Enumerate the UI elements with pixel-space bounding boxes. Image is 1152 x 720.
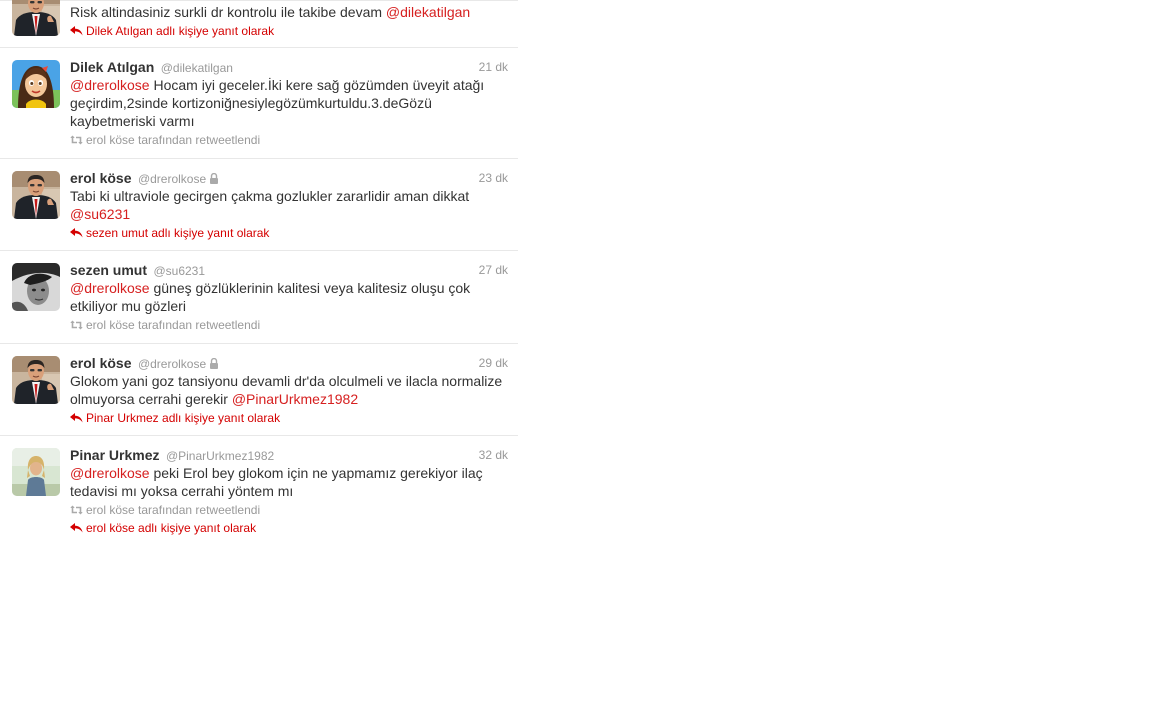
tweet-item[interactable]: Pinar Urkmez @PinarUrkmez1982 32 dk @dre… xyxy=(0,436,518,546)
tweet-text: @drerolkose güneş gözlüklerinin kalitesi… xyxy=(70,279,508,315)
reply-arrow-icon xyxy=(70,413,83,423)
retweet-icon xyxy=(70,505,83,515)
tweet-text: Tabi ki ultraviole gecirgen çakma gozluk… xyxy=(70,187,508,223)
mention-link[interactable]: @drerolkose xyxy=(70,465,150,481)
tweet-author-handle[interactable]: @su6231 xyxy=(153,264,205,278)
tweet-text-part: Risk altindasiniz surkli dr kontrolu ile… xyxy=(70,4,386,20)
tweet-timeline: Risk altindasiniz surkli dr kontrolu ile… xyxy=(0,0,518,546)
mention-link[interactable]: @su6231 xyxy=(70,206,130,222)
retweet-icon xyxy=(70,135,83,145)
avatar[interactable] xyxy=(12,0,60,36)
tweet-item[interactable]: erol köse @drerolkose 29 dk Glokom yani … xyxy=(0,344,518,436)
tweet-item[interactable]: Dilek Atılgan @dilekatilgan 21 dk @drero… xyxy=(0,48,518,159)
reply-context[interactable]: Dilek Atılgan adlı kişiye yanıt olarak xyxy=(70,23,508,39)
reply-arrow-icon xyxy=(70,26,83,36)
retweet-context-label: erol köse tarafından retweetlendi xyxy=(86,318,261,332)
tweet-item[interactable]: erol köse @drerolkose 23 dk Tabi ki ultr… xyxy=(0,159,518,251)
mention-link[interactable]: @drerolkose xyxy=(70,280,150,296)
reply-context[interactable]: erol köse adlı kişiye yanıt olarak xyxy=(70,520,508,536)
reply-context[interactable]: sezen umut adlı kişiye yanıt olarak xyxy=(70,225,508,241)
reply-context[interactable]: Pinar Urkmez adlı kişiye yanıt olarak xyxy=(70,410,508,426)
retweet-context[interactable]: erol köse tarafından retweetlendi xyxy=(70,317,508,333)
tweet-timestamp[interactable]: 29 dk xyxy=(479,354,508,372)
tweet-author-name[interactable]: Pinar Urkmez xyxy=(70,447,159,463)
tweet-author-handle[interactable]: @drerolkose xyxy=(138,172,206,186)
tweet-author-handle[interactable]: @dilekatilgan xyxy=(161,61,233,75)
tweet-author-name[interactable]: erol köse xyxy=(70,355,131,371)
retweet-context-label: erol köse tarafından retweetlendi xyxy=(86,503,261,517)
tweet-author-name[interactable]: erol köse xyxy=(70,170,131,186)
reply-context-label: Dilek Atılgan adlı kişiye yanıt olarak xyxy=(86,24,275,38)
reply-context-label: erol köse adlı kişiye yanıt olarak xyxy=(86,521,257,535)
avatar[interactable] xyxy=(12,448,60,496)
retweet-context[interactable]: erol köse tarafından retweetlendi xyxy=(70,132,508,148)
reply-arrow-icon xyxy=(70,228,83,238)
tweet-item[interactable]: sezen umut @su6231 27 dk @drerolkose gün… xyxy=(0,251,518,344)
mention-link[interactable]: @PinarUrkmez1982 xyxy=(232,391,358,407)
tweet-timestamp[interactable]: 21 dk xyxy=(479,58,508,76)
retweet-context[interactable]: erol köse tarafından retweetlendi xyxy=(70,502,508,518)
tweet-timestamp[interactable]: 27 dk xyxy=(479,261,508,279)
mention-link[interactable]: @drerolkose xyxy=(70,77,150,93)
tweet-timestamp[interactable]: 32 dk xyxy=(479,446,508,464)
retweet-context-label: erol köse tarafından retweetlendi xyxy=(86,133,261,147)
retweet-icon xyxy=(70,320,83,330)
reply-context-label: sezen umut adlı kişiye yanıt olarak xyxy=(86,226,270,240)
tweet-author-name[interactable]: sezen umut xyxy=(70,262,147,278)
tweet-text: @drerolkose Hocam iyi geceler.İki kere s… xyxy=(70,76,508,130)
avatar[interactable] xyxy=(12,356,60,404)
tweet-author-name[interactable]: Dilek Atılgan xyxy=(70,59,154,75)
tweet-text: Glokom yani goz tansiyonu devamli dr'da … xyxy=(70,372,508,408)
tweet-timestamp[interactable]: 23 dk xyxy=(479,169,508,187)
tweet-text: @drerolkose peki Erol bey glokom için ne… xyxy=(70,464,508,500)
avatar[interactable] xyxy=(12,263,60,311)
avatar[interactable] xyxy=(12,171,60,219)
tweet-text-part: Tabi ki ultraviole gecirgen çakma gozluk… xyxy=(70,188,470,204)
avatar[interactable] xyxy=(12,60,60,108)
tweet-text: Risk altindasiniz surkli dr kontrolu ile… xyxy=(70,3,508,21)
reply-context-label: Pinar Urkmez adlı kişiye yanıt olarak xyxy=(86,411,281,425)
lock-icon xyxy=(209,173,219,184)
mention-link[interactable]: @dilekatilgan xyxy=(386,4,470,20)
tweet-author-handle[interactable]: @drerolkose xyxy=(138,357,206,371)
lock-icon xyxy=(209,358,219,369)
tweet-item[interactable]: Risk altindasiniz surkli dr kontrolu ile… xyxy=(0,0,518,48)
reply-arrow-icon xyxy=(70,523,83,533)
tweet-author-handle[interactable]: @PinarUrkmez1982 xyxy=(166,449,274,463)
